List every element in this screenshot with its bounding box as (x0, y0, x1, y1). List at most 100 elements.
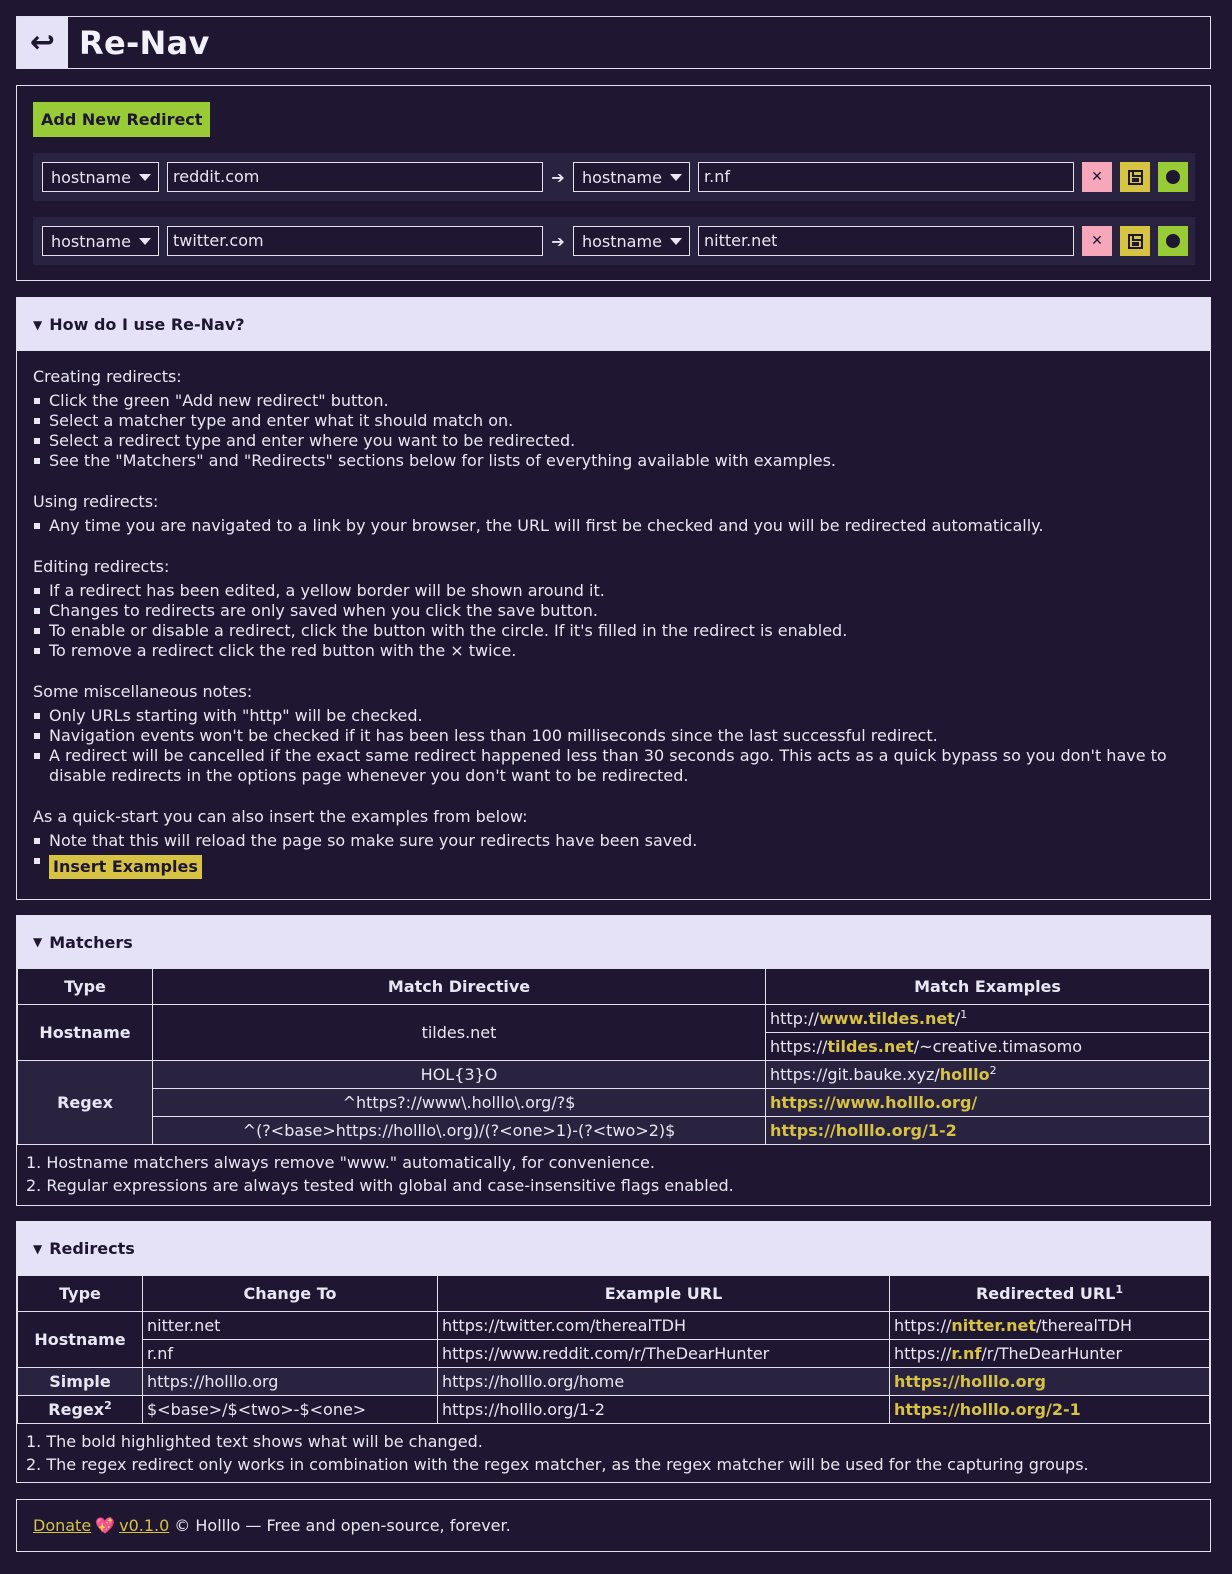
column-header: Redirected URL1 (889, 1275, 1210, 1312)
redirect-row: hostname twitter.com ➔ hostname nitter.n… (33, 217, 1195, 265)
row-type: Regex2 (17, 1395, 143, 1424)
column-header: Match Examples (765, 968, 1210, 1005)
list-item: See the "Matchers" and "Redirects" secti… (33, 451, 1194, 471)
toggle-redirect-button[interactable] (1158, 162, 1188, 192)
example-url: https://holllo.org/1-2 (437, 1395, 890, 1424)
insert-examples-button[interactable]: Insert Examples (49, 855, 202, 879)
close-icon: ✕ (1091, 233, 1103, 249)
redirect-editor: Add New Redirect hostname reddit.com ➔ h… (16, 85, 1211, 281)
triangle-down-icon: ▼ (33, 935, 43, 949)
column-header: Match Directive (152, 968, 766, 1005)
example-url: https://holllo.org/home (437, 1367, 890, 1396)
remove-redirect-button[interactable]: ✕ (1082, 226, 1112, 256)
matchers-summary[interactable]: ▼ Matchers (17, 915, 1210, 968)
table-row: Regex2 $<base>/$<two>-$<one> https://hol… (17, 1395, 1210, 1424)
list-item: To enable or disable a redirect, click t… (33, 621, 1194, 641)
list-item: Select a matcher type and enter what it … (33, 411, 1194, 431)
redirect-value-input[interactable]: nitter.net (698, 226, 1074, 256)
table-row: Simple https://holllo.org https://holllo… (17, 1367, 1210, 1396)
howto-section: ▼ How do I use Re-Nav? Creating redirects… (16, 297, 1211, 900)
table-row: r.nf https://www.reddit.com/r/TheDearHun… (18, 1339, 1210, 1368)
circle-icon (1166, 234, 1180, 248)
column-header: Type (17, 1275, 143, 1312)
row-type: Hostname (17, 1004, 153, 1061)
redirect-type-select[interactable]: hostname (573, 162, 690, 192)
list-item: Changes to redirects are only saved when… (33, 601, 1194, 621)
howto-group: Some miscellaneous notes: Only URLs star… (33, 682, 1194, 786)
list-item: If a redirect has been edited, a yellow … (33, 581, 1194, 601)
list-item: To remove a redirect click the red butto… (33, 641, 1194, 661)
howto-group: Editing redirects: If a redirect has bee… (33, 557, 1194, 661)
redirect-type-select[interactable]: hostname (573, 226, 690, 256)
list-item: A redirect will be cancelled if the exac… (33, 746, 1194, 786)
howto-group: Creating redirects: Click the green "Add… (33, 367, 1194, 471)
match-example: https://tildes.net/~creative.timasomo (765, 1032, 1210, 1061)
save-icon (1127, 233, 1143, 249)
column-header: Example URL (437, 1275, 890, 1312)
matchers-section: ▼ Matchers Type Match Directive Match Exa… (16, 915, 1211, 1206)
back-arrow-icon: ↩ (17, 17, 68, 68)
list-item: Any time you are navigated to a link by … (33, 516, 1194, 536)
change-to: r.nf (142, 1339, 438, 1368)
app-header: ↩ Re-Nav (16, 16, 1211, 69)
circle-icon (1166, 170, 1180, 184)
match-example: https://holllo.org/1-2 (765, 1116, 1210, 1145)
table-row: Hostname tildes.net http://www.tildes.ne… (17, 1004, 1210, 1061)
redirects-table: Type Change To Example URL Redirected UR… (17, 1275, 1210, 1424)
table-row: Regex HOL{3}O https://git.bauke.xyz/holl… (17, 1060, 1210, 1145)
match-directive: tildes.net (152, 1004, 766, 1061)
matchers-notes: 1. Hostname matchers always remove "www.… (26, 1153, 734, 1195)
chevron-down-icon (139, 237, 151, 245)
save-icon (1127, 169, 1143, 185)
column-header: Type (17, 968, 153, 1005)
list-item: Select a redirect type and enter where y… (33, 431, 1194, 451)
howto-summary[interactable]: ▼ How do I use Re-Nav? (17, 298, 1210, 351)
matcher-type-select[interactable]: hostname (42, 226, 159, 256)
example-url: https://twitter.com/therealTDH (437, 1311, 890, 1340)
match-value-input[interactable]: reddit.com (167, 162, 543, 192)
app-title: Re-Nav (79, 23, 210, 62)
match-example: https://git.bauke.xyz/holllo2 (765, 1060, 1210, 1089)
redirects-section: ▼ Redirects Type Change To Example URL Re… (16, 1221, 1211, 1483)
redirect-row: hostname reddit.com ➔ hostname r.nf ✕ (33, 153, 1195, 201)
redirect-value-input[interactable]: r.nf (698, 162, 1074, 192)
table-row: Hostname nitter.net https://twitter.com/… (17, 1311, 1210, 1368)
chevron-down-icon (670, 237, 682, 245)
redirected-url: https://holllo.org (889, 1367, 1210, 1396)
column-header: Change To (142, 1275, 438, 1312)
matchers-table: Type Match Directive Match Examples Host… (17, 968, 1210, 1145)
toggle-redirect-button[interactable] (1158, 226, 1188, 256)
close-icon: ✕ (1091, 169, 1103, 185)
change-to: https://holllo.org (142, 1367, 438, 1396)
list-item: Click the green "Add new redirect" butto… (33, 391, 1194, 411)
table-row: ^(?<base>https://holllo\.org)/(?<one>1)-… (18, 1116, 1210, 1145)
redirects-summary[interactable]: ▼ Redirects (17, 1222, 1210, 1275)
table-row: ^https?://www\.holllo\.org/?$ https://ww… (18, 1088, 1210, 1117)
row-type: Regex (17, 1060, 153, 1145)
match-directive: HOL{3}O (152, 1060, 766, 1089)
redirected-url: https://nitter.net/therealTDH (889, 1311, 1210, 1340)
triangle-down-icon: ▼ (33, 317, 43, 332)
add-redirect-button[interactable]: Add New Redirect (33, 102, 211, 137)
chevron-down-icon (670, 173, 682, 181)
triangle-down-icon: ▼ (33, 1241, 43, 1256)
heart-icon: 💖 (95, 1516, 116, 1535)
redirected-url: https://holllo.org/2-1 (889, 1395, 1210, 1424)
donate-link[interactable]: Donate (33, 1516, 91, 1535)
list-item: Note that this will reload the page so m… (33, 831, 1194, 851)
save-redirect-button[interactable] (1120, 162, 1150, 192)
matcher-type-select[interactable]: hostname (42, 162, 159, 192)
save-redirect-button[interactable] (1120, 226, 1150, 256)
redirects-notes: 1. The bold highlighted text shows what … (26, 1432, 1089, 1474)
match-value-input[interactable]: twitter.com (167, 226, 543, 256)
match-example: https://www.holllo.org/ (765, 1088, 1210, 1117)
match-example: http://www.tildes.net/1 (765, 1004, 1210, 1033)
list-item: Only URLs starting with "http" will be c… (33, 706, 1194, 726)
version-link[interactable]: v0.1.0 (119, 1516, 169, 1535)
row-type: Hostname (17, 1311, 143, 1368)
howto-group: As a quick-start you can also insert the… (33, 807, 1194, 879)
footer-text: © Holllo — Free and open-source, forever… (174, 1516, 511, 1535)
example-url: https://www.reddit.com/r/TheDearHunter (437, 1339, 890, 1368)
change-to: nitter.net (142, 1311, 438, 1340)
remove-redirect-button[interactable]: ✕ (1082, 162, 1112, 192)
